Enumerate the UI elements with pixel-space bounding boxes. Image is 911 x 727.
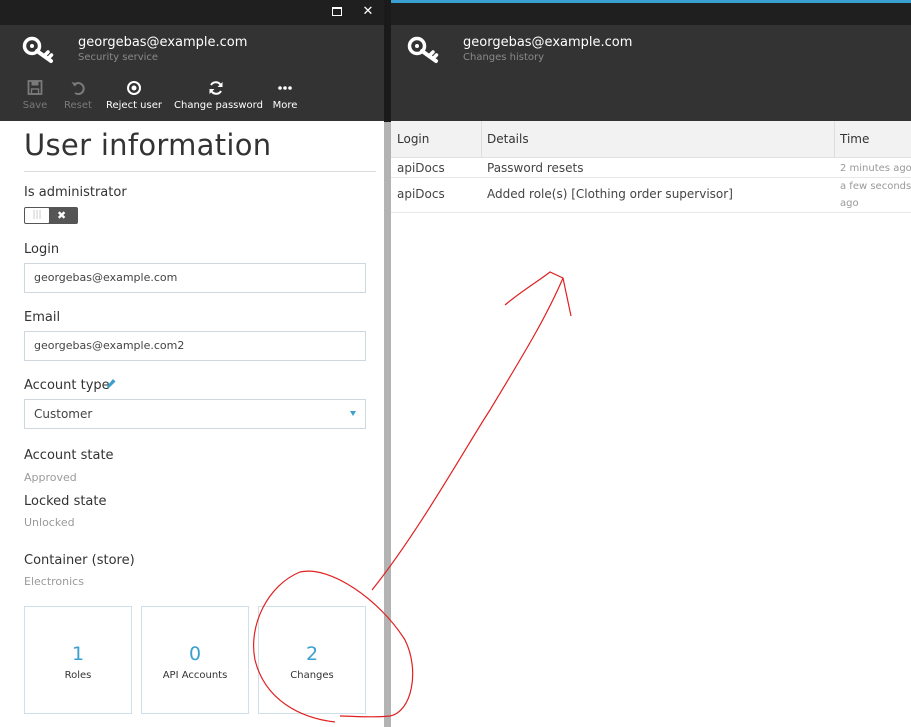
save-label: Save — [22, 100, 48, 111]
toggle-knob: ||| — [25, 208, 49, 223]
blade-toolbar: Save Reset Reject user Change password M… — [0, 71, 384, 121]
more-button[interactable]: More — [270, 79, 300, 111]
reset-button[interactable]: Reset — [62, 79, 94, 111]
toggle-off-icon: ✖ — [57, 209, 67, 222]
undo-icon — [71, 82, 85, 96]
roles-tile[interactable]: 1 Roles — [24, 606, 132, 714]
roles-count: 1 — [71, 643, 85, 665]
row-time: 2 minutes ago — [840, 163, 911, 174]
account-type-value: Customer — [34, 407, 93, 421]
blade-subtitle: Changes history — [463, 52, 545, 63]
title-divider — [24, 171, 376, 172]
reject-user-button[interactable]: Reject user — [106, 79, 162, 111]
close-icon[interactable]: ✕ — [358, 3, 378, 21]
roles-label: Roles — [64, 670, 92, 681]
container-value: Electronics — [24, 575, 84, 588]
blade-gap — [384, 0, 391, 122]
blade-header: georgebas@example.com Security service — [0, 25, 384, 71]
row-details: Added role(s) [Clothing order supervisor… — [487, 187, 733, 201]
locked-state-label: Locked state — [24, 494, 107, 509]
api-accounts-tile[interactable]: 0 API Accounts — [141, 606, 249, 714]
save-button[interactable]: Save — [22, 79, 48, 111]
blade-window-bar: ✕ — [0, 0, 384, 25]
email-label: Email — [24, 310, 61, 325]
account-state-label: Account state — [24, 448, 114, 463]
more-label: More — [272, 100, 298, 111]
grid-header: Login Details Time — [391, 121, 911, 158]
column-header-details[interactable]: Details — [481, 121, 835, 158]
refresh-icon — [209, 81, 223, 95]
row-time: a few seconds ago — [840, 181, 911, 209]
table-row[interactable]: apiDocs Password resets 2 minutes ago — [391, 159, 911, 178]
security-blade: ✕ georgebas@example.com Security service — [0, 0, 384, 727]
page-title: User information — [24, 128, 272, 162]
app-root: ✕ georgebas@example.com Security service — [0, 0, 911, 727]
row-details: Password resets — [487, 161, 584, 175]
account-type-label: Account type — [24, 378, 110, 393]
table-row[interactable]: apiDocs Added role(s) [Clothing order su… — [391, 178, 911, 213]
changes-count: 2 — [305, 643, 319, 665]
change-password-label: Change password — [174, 100, 263, 111]
blade-subtitle: Security service — [78, 52, 159, 63]
container-label: Container (store) — [24, 553, 135, 568]
changes-tile[interactable]: 2 Changes — [258, 606, 366, 714]
row-login: apiDocs — [397, 187, 445, 201]
column-header-login[interactable]: Login — [391, 121, 481, 158]
account-type-select[interactable]: Customer — [24, 399, 366, 429]
account-state-value: Approved — [24, 471, 77, 484]
key-icon — [22, 36, 54, 63]
blade-window-bar — [391, 3, 911, 25]
save-icon — [27, 80, 43, 95]
reject-icon — [127, 81, 141, 95]
blade-toolbar — [391, 71, 911, 121]
locked-state-value: Unlocked — [24, 516, 75, 529]
reject-user-label: Reject user — [106, 100, 162, 111]
changes-history-blade: georgebas@example.com Changes history Lo… — [391, 0, 911, 727]
login-input[interactable]: georgebas@example.com — [24, 263, 366, 293]
chevron-down-icon — [350, 411, 356, 416]
api-accounts-count: 0 — [188, 643, 202, 665]
is-administrator-label: Is administrator — [24, 185, 127, 200]
row-login: apiDocs — [397, 161, 445, 175]
key-icon — [407, 36, 439, 63]
is-administrator-toggle[interactable]: ||| ✖ — [24, 207, 78, 224]
login-label: Login — [24, 242, 60, 257]
changes-label: Changes — [290, 670, 334, 681]
blade-title: georgebas@example.com — [463, 35, 633, 50]
pencil-icon[interactable] — [106, 378, 116, 390]
api-accounts-label: API Accounts — [162, 670, 228, 681]
blade-title: georgebas@example.com — [78, 35, 248, 50]
blade-header: georgebas@example.com Changes history — [391, 25, 911, 71]
blade-scrollbar[interactable] — [384, 122, 391, 727]
change-password-button[interactable]: Change password — [174, 79, 263, 111]
email-input[interactable]: georgebas@example.com2 — [24, 331, 366, 361]
reset-label: Reset — [64, 100, 92, 111]
more-icon — [278, 86, 292, 90]
maximize-icon[interactable] — [327, 3, 347, 21]
column-header-time[interactable]: Time — [834, 121, 911, 158]
